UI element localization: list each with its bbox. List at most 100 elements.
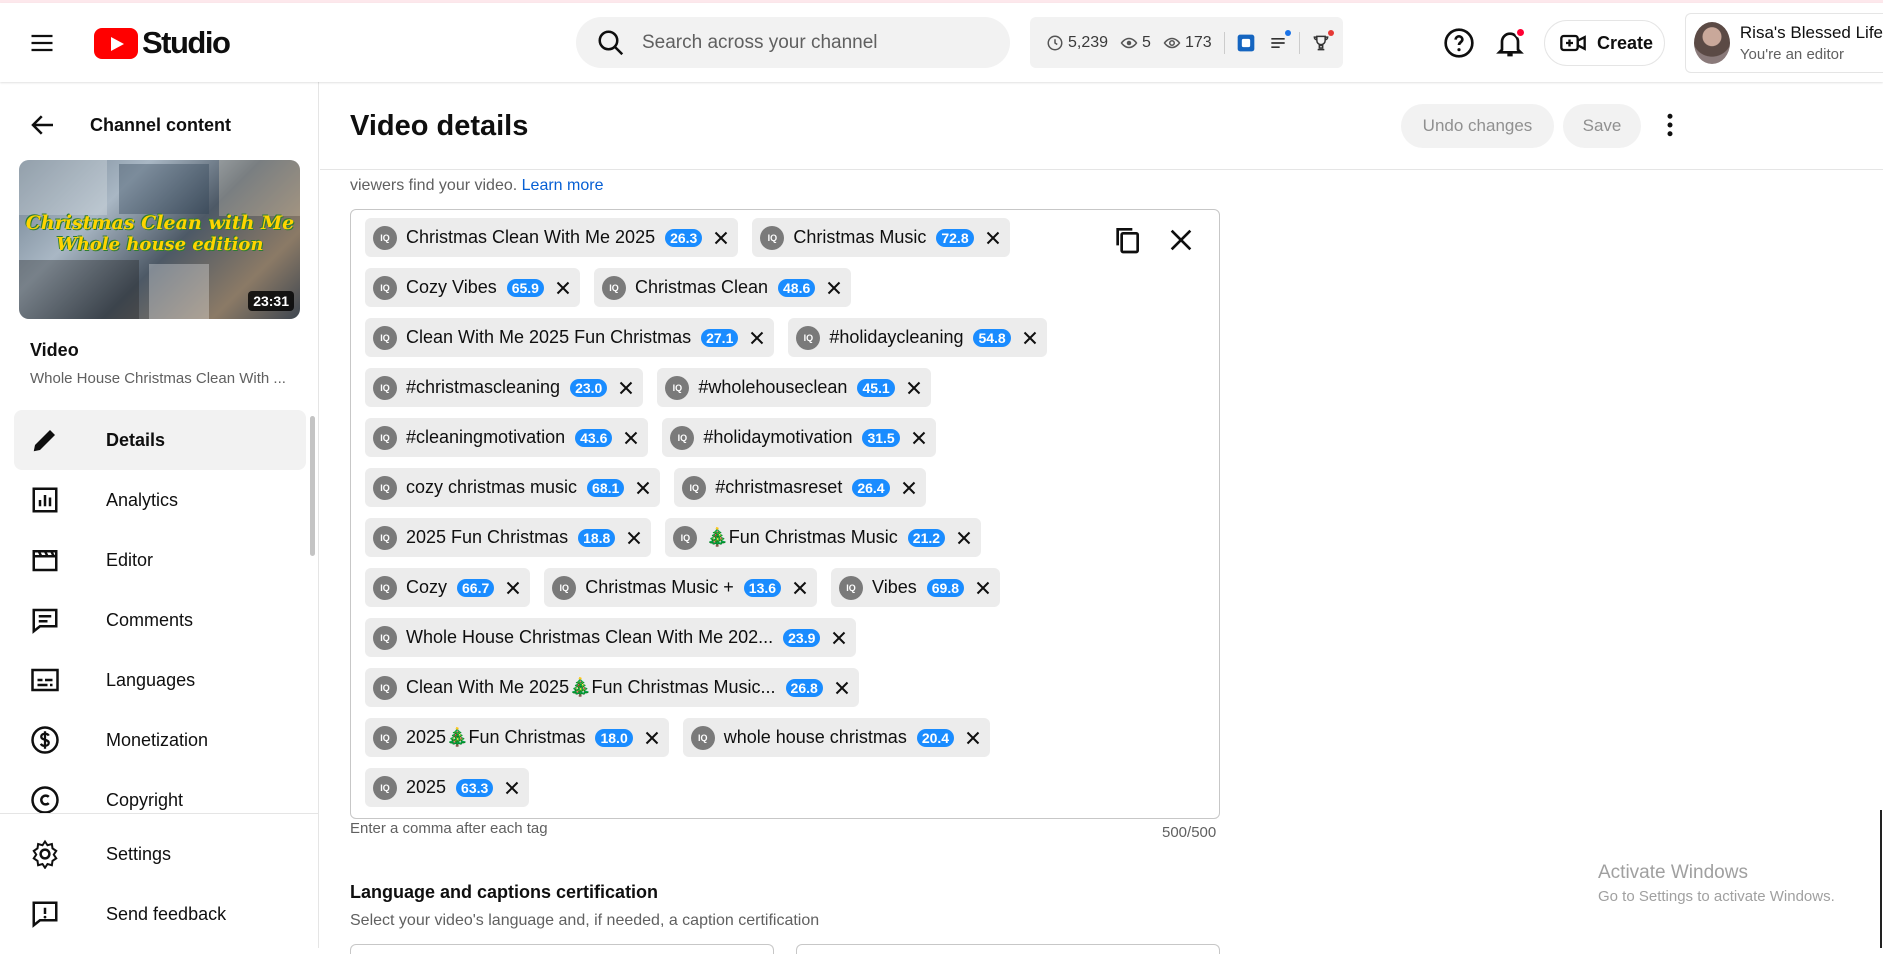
tag-chip[interactable]: IQ #cleaningmotivation 43.6	[365, 418, 649, 457]
remove-tag-close-icon[interactable]	[982, 227, 1004, 249]
tag-chip[interactable]: IQ Christmas Music 72.8	[752, 218, 1010, 257]
remove-tag-close-icon[interactable]	[501, 777, 523, 799]
video-thumbnail[interactable]: Christmas Clean with Me Whole house edit…	[19, 160, 300, 319]
tag-row: IQ 2025 63.3	[365, 768, 543, 807]
tags-help-text: viewers find your video. Learn more	[350, 177, 604, 194]
tag-chip[interactable]: IQ #christmasreset 26.4	[674, 468, 926, 507]
tag-chip[interactable]: IQ Christmas Clean With Me 2025 26.3	[365, 218, 739, 257]
sidebar-item-languages[interactable]: Languages	[14, 650, 306, 710]
subtitles-icon	[31, 668, 59, 692]
studio-logo[interactable]: Studio	[94, 25, 231, 61]
remove-tag-close-icon[interactable]	[552, 277, 574, 299]
remove-tag-close-icon[interactable]	[615, 377, 637, 399]
account-switcher[interactable]: Risa's Blessed Life You're an editor	[1685, 13, 1883, 73]
divider	[1298, 31, 1300, 54]
tag-text: #christmasreset	[715, 477, 843, 497]
tag-text: Clean With Me 2025 Fun Christmas	[406, 327, 692, 347]
tag-chip[interactable]: IQ 2025 Fun Christmas 18.8	[365, 518, 652, 557]
sidebar-item-comments[interactable]: Comments	[14, 590, 306, 650]
sidebar-item-analytics[interactable]: Analytics	[14, 470, 306, 530]
video-language-select[interactable]	[350, 944, 774, 954]
tag-chip[interactable]: IQ 2025 63.3	[365, 768, 530, 807]
remove-tag-close-icon[interactable]	[972, 577, 994, 599]
tag-chip[interactable]: IQ Vibes 69.8	[831, 568, 1000, 607]
tag-text: #cleaningmotivation	[406, 427, 566, 447]
tag-chip[interactable]: IQ whole house christmas 20.4	[682, 718, 991, 757]
remove-tag-close-icon[interactable]	[789, 577, 811, 599]
remove-tag-close-icon[interactable]	[823, 277, 845, 299]
vidiq-badge-icon: IQ	[373, 375, 397, 400]
remove-tag-close-icon[interactable]	[620, 427, 642, 449]
tag-chip[interactable]: IQ cozy christmas music 68.1	[365, 468, 661, 507]
remove-tag-close-icon[interactable]	[962, 727, 984, 749]
remove-tag-close-icon[interactable]	[903, 377, 925, 399]
tag-chip[interactable]: IQ Whole House Christmas Clean With Me 20…	[365, 618, 857, 657]
tag-chip[interactable]: IQ #holidaymotivation 31.5	[662, 418, 936, 457]
vidiq-extension-icon[interactable]	[1235, 32, 1257, 54]
search-icon	[598, 30, 624, 55]
search-input[interactable]: Search across your channel	[576, 17, 1010, 68]
back-to-channel-content[interactable]: Channel content	[28, 110, 231, 140]
tag-score-badge: 18.8	[578, 528, 616, 547]
tag-text: Cozy	[406, 577, 448, 597]
help-icon[interactable]	[1443, 27, 1475, 59]
remove-tag-close-icon[interactable]	[828, 627, 850, 649]
sidebar-item-feedback[interactable]: Send feedback	[14, 884, 306, 944]
save-button[interactable]: Save	[1563, 104, 1641, 148]
menu-icon[interactable]	[28, 29, 68, 59]
tag-chip[interactable]: IQ 🎄Fun Christmas Music 21.2	[665, 518, 982, 557]
trophy-extension-icon[interactable]	[1310, 29, 1334, 54]
remove-tag-close-icon[interactable]	[953, 527, 975, 549]
tag-chip[interactable]: IQ #holidaycleaning 54.8	[788, 318, 1047, 357]
remove-tag-close-icon[interactable]	[746, 327, 768, 349]
remove-tag-close-icon[interactable]	[1019, 327, 1041, 349]
sidebar-item-editor[interactable]: Editor	[14, 530, 306, 590]
copy-icon[interactable]	[1111, 224, 1143, 256]
clear-all-close-icon[interactable]	[1165, 224, 1197, 256]
tag-chip[interactable]: IQ Cozy Vibes 65.9	[365, 268, 580, 307]
remove-tag-close-icon[interactable]	[632, 477, 654, 499]
learn-more-link[interactable]: Learn more	[522, 177, 604, 194]
sidebar-item-details[interactable]: Details	[14, 410, 306, 470]
tag-chip[interactable]: IQ 2025🎄Fun Christmas 18.0	[365, 718, 669, 757]
tag-score-badge: 26.4	[852, 478, 890, 497]
remove-tag-close-icon[interactable]	[898, 477, 920, 499]
tag-score-badge: 65.9	[506, 278, 544, 297]
tag-chip[interactable]: IQ Clean With Me 2025🎄Fun Christmas Music…	[365, 668, 859, 707]
tag-text: #wholehouseclean	[698, 377, 848, 397]
remove-tag-close-icon[interactable]	[831, 677, 853, 699]
tag-chip[interactable]: IQ #christmascleaning 23.0	[365, 368, 644, 407]
sidebar-item-copyright[interactable]: Copyright	[14, 770, 306, 830]
tag-chip[interactable]: IQ Christmas Music + 13.6	[544, 568, 818, 607]
remove-tag-close-icon[interactable]	[641, 727, 663, 749]
sidebar-item-monetization[interactable]: Monetization	[14, 710, 306, 770]
tag-chip[interactable]: IQ Cozy 66.7	[365, 568, 531, 607]
undo-changes-button[interactable]: Undo changes	[1401, 104, 1554, 148]
eye-icon	[1120, 37, 1138, 48]
remove-tag-close-icon[interactable]	[908, 427, 930, 449]
notification-badge	[1515, 27, 1526, 38]
remove-tag-close-icon[interactable]	[623, 527, 645, 549]
tag-chip[interactable]: IQ Clean With Me 2025 Fun Christmas 27.1	[365, 318, 775, 357]
sidebar-item-settings[interactable]: Settings	[14, 824, 306, 884]
more-options-icon[interactable]	[1655, 110, 1685, 142]
remove-tag-close-icon[interactable]	[710, 227, 732, 249]
create-button[interactable]: Create	[1544, 20, 1665, 66]
tag-text: #holidaymotivation	[703, 427, 853, 447]
top-header: Studio Search across your channel 5,239 …	[0, 3, 1883, 82]
tag-text: Christmas Music	[793, 227, 927, 247]
tags-input[interactable]: IQ Christmas Clean With Me 2025 26.3 IQ Chri…	[350, 209, 1220, 819]
video-add-icon	[1560, 34, 1586, 52]
tag-score-badge: 72.8	[936, 228, 974, 247]
tag-row: IQ 2025 Fun Christmas 18.8 IQ 🎄Fun Christmas…	[365, 518, 995, 557]
notifications-bell-icon[interactable]	[1494, 27, 1526, 59]
list-extension-icon[interactable]	[1267, 29, 1291, 54]
tag-text: #holidaycleaning	[829, 327, 964, 347]
tag-chip[interactable]: IQ #wholehouseclean 45.1	[657, 368, 931, 407]
sidebar-scrollbar[interactable]	[310, 416, 315, 556]
caption-certification-select[interactable]	[796, 944, 1220, 954]
search-placeholder: Search across your channel	[642, 31, 878, 53]
tag-score-badge: 18.0	[595, 728, 633, 747]
tag-chip[interactable]: IQ Christmas Clean 48.6	[593, 268, 852, 307]
remove-tag-close-icon[interactable]	[502, 577, 524, 599]
